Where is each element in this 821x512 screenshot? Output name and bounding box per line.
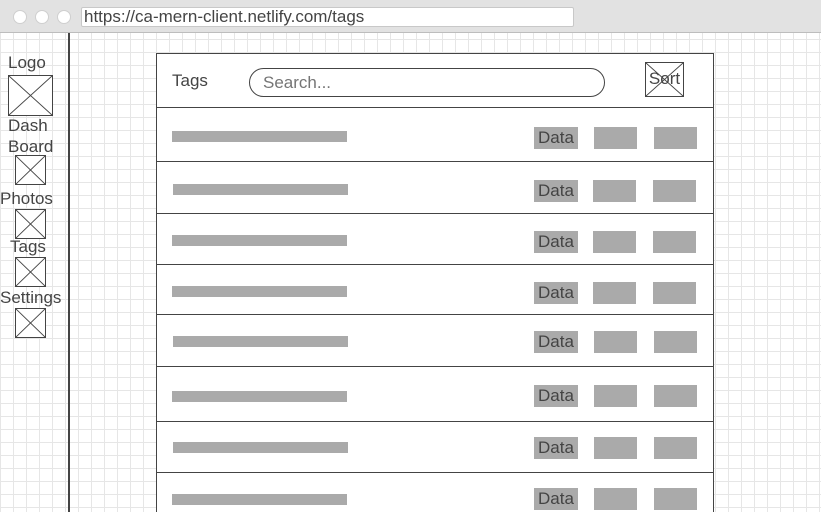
search-input[interactable] [249,68,605,97]
row-data-cell: Data [534,180,578,202]
logo-label: Logo [8,53,46,72]
browser-window-bar: https://ca-mern-client.netlify.com/tags [0,0,821,33]
tags-icon[interactable] [15,257,46,287]
row-cell-placeholder [653,282,696,304]
table-row[interactable]: Data [157,265,713,315]
row-cell-placeholder [654,488,697,510]
logo-image-placeholder [8,75,53,116]
row-name-placeholder [173,442,348,453]
window-minimize-dot[interactable] [35,10,49,24]
page-title: Tags [172,71,208,90]
row-cell-placeholder [653,231,696,253]
panel-header: Tags Sort [157,54,713,108]
row-name-placeholder [173,184,348,195]
sort-button-label: Sort [648,69,681,88]
row-data-cell: Data [534,488,578,510]
table-row[interactable]: Data [157,367,713,422]
row-data-cell: Data [534,331,578,353]
row-name-placeholder [172,286,347,297]
row-data-cell: Data [534,127,578,149]
table-row[interactable]: Data [157,422,713,473]
row-name-placeholder [173,336,348,347]
table-row[interactable]: Data [157,214,713,265]
sidebar-item-settings-label[interactable]: Settings [0,288,61,308]
row-name-placeholder [172,235,347,246]
sidebar-item-photos-label[interactable]: Photos [0,189,53,209]
row-cell-placeholder [593,282,636,304]
row-cell-placeholder [654,437,697,459]
row-name-placeholder [172,391,347,402]
row-cell-placeholder [593,231,636,253]
window-close-dot[interactable] [13,10,27,24]
row-cell-placeholder [654,331,697,353]
row-name-placeholder [172,494,347,505]
row-cell-placeholder [594,488,637,510]
dashboard-icon[interactable] [15,155,46,185]
sidebar-item-tags-label[interactable]: Tags [10,237,46,257]
table-row[interactable]: Data [157,473,713,512]
row-data-cell: Data [534,282,578,304]
photos-icon[interactable] [15,209,46,239]
row-cell-placeholder [594,385,637,407]
row-cell-placeholder [654,127,697,149]
address-bar[interactable]: https://ca-mern-client.netlify.com/tags [81,7,574,27]
row-cell-placeholder [593,180,636,202]
row-data-cell: Data [534,385,578,407]
row-cell-placeholder [594,127,637,149]
table-row[interactable]: Data [157,108,713,162]
row-cell-placeholder [594,437,637,459]
table-row[interactable]: Data [157,162,713,214]
row-name-placeholder [172,131,347,142]
settings-icon[interactable] [15,308,46,338]
row-cell-placeholder [594,331,637,353]
row-data-cell: Data [534,437,578,459]
sort-button[interactable]: Sort [645,62,684,97]
sidebar-item-dashboard-label[interactable]: Dash Board [8,115,53,157]
sidebar-divider [68,33,70,512]
row-cell-placeholder [653,180,696,202]
table-row[interactable]: Data [157,315,713,367]
row-data-cell: Data [534,231,578,253]
row-cell-placeholder [654,385,697,407]
tags-panel: Tags Sort Data Data Data Data Data [156,53,714,512]
window-maximize-dot[interactable] [57,10,71,24]
